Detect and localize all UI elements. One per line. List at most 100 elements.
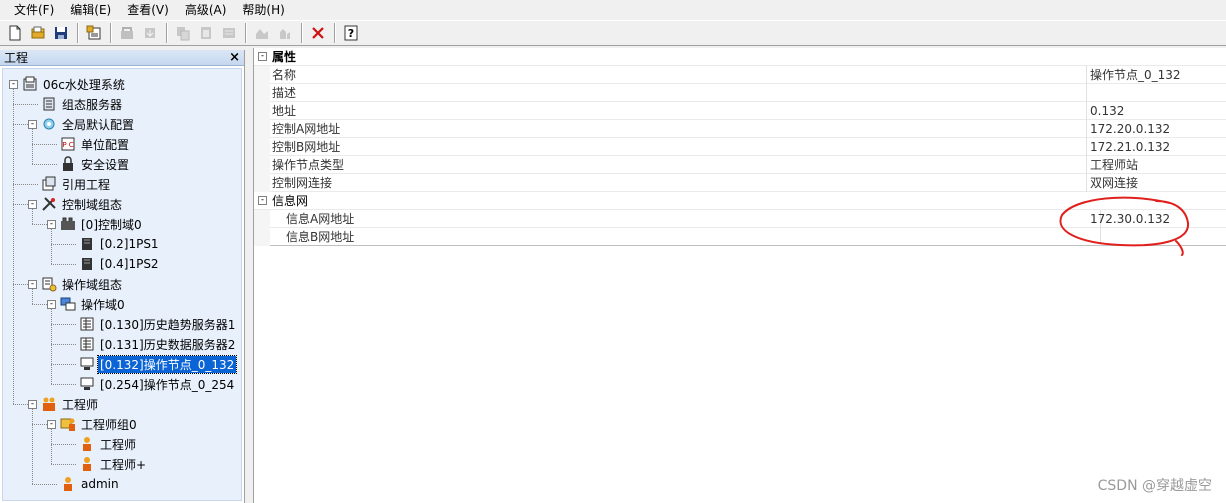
delete-icon[interactable] (307, 22, 329, 44)
watermark: CSDN @穿越虚空 (1097, 478, 1212, 494)
toolbar-separator (110, 23, 112, 43)
menu-edit[interactable]: 编辑(E) (62, 0, 119, 20)
paste-icon[interactable] (195, 22, 217, 44)
compile-icon[interactable] (274, 22, 296, 44)
collapse-toggle-icon[interactable]: - (258, 196, 267, 205)
menu-bar: 文件(F) 编辑(E) 查看(V) 高级(A) 帮助(H) (0, 0, 1226, 20)
property-row-gutter (254, 138, 270, 156)
collapse-toggle-icon[interactable]: - (28, 119, 37, 129)
menu-file[interactable]: 文件(F) (6, 0, 62, 20)
tree-item-label: 工程师 (100, 437, 137, 452)
property-value[interactable]: 0.132 (1090, 102, 1124, 120)
upload-icon[interactable] (251, 22, 273, 44)
tree-item-label: 安全设置 (81, 157, 130, 172)
tree-item[interactable]: - 工程师 (28, 395, 100, 413)
tree-item[interactable]: 工程师+ (79, 455, 148, 473)
property-row[interactable]: 信息A网地址 172.30.0.132 (254, 209, 1226, 228)
collapse-toggle-icon[interactable]: - (47, 419, 56, 429)
tree-item[interactable]: 安全设置 (60, 155, 131, 173)
tree-connector (51, 244, 76, 245)
close-icon[interactable]: × (229, 51, 240, 64)
tree-item-label: [0.4]1PS2 (100, 257, 159, 271)
build-icon[interactable] (116, 22, 138, 44)
tree-connector (51, 264, 76, 265)
property-group-header[interactable]: - 信息网 (254, 192, 1226, 210)
tree-item[interactable]: - [0]控制域0 (47, 215, 144, 233)
property-group-header[interactable]: - 属性 (254, 48, 1226, 66)
tree-item-label: [0.131]历史数据服务器2 (100, 337, 236, 352)
engineer-group-icon (60, 416, 76, 432)
collapse-toggle-icon[interactable]: - (28, 399, 37, 409)
collapse-toggle-icon[interactable]: - (258, 52, 267, 61)
tree-item[interactable]: - 06c水处理系统 (9, 75, 127, 93)
tree-item-label: 控制域组态 (62, 197, 123, 212)
menu-view[interactable]: 查看(V) (119, 0, 177, 20)
property-table: - 属性 名称 操作节点_0_132 描述 地址 0.132 控制A网地址 172.20.0.1… (254, 48, 1226, 246)
pane-splitter[interactable] (245, 50, 253, 503)
tree-item[interactable]: 引用工程 (41, 175, 112, 193)
tree-item-label: [0.130]历史趋势服务器1 (100, 317, 236, 332)
tree-item[interactable]: [0.131]历史数据服务器2 (79, 335, 237, 353)
property-name: 控制网连接 (272, 173, 1087, 192)
property-row-gutter (254, 102, 270, 120)
tree-item-label: [0.132]操作节点_0_132 (96, 354, 238, 374)
tree-item[interactable]: [0.130]历史趋势服务器1 (79, 315, 237, 333)
collapse-toggle-icon[interactable]: - (9, 79, 18, 89)
tree-item[interactable]: - 控制域组态 (28, 195, 124, 213)
property-row[interactable]: 控制B网地址 172.21.0.132 (254, 137, 1226, 156)
collapse-toggle-icon[interactable]: - (47, 219, 56, 229)
tree-item[interactable]: [0.132]操作节点_0_132 (79, 354, 238, 374)
tree-item[interactable]: - 工程师组0 (47, 415, 139, 433)
tree-item[interactable]: - 操作域组态 (28, 275, 124, 293)
project-pane-title: 工程 (4, 51, 29, 65)
controller-icon (79, 236, 95, 252)
tree-connector (51, 324, 76, 325)
property-row[interactable]: 描述 (254, 83, 1226, 102)
new-icon[interactable] (4, 22, 26, 44)
copy-icon[interactable] (172, 22, 194, 44)
duplicate-icon[interactable] (218, 22, 240, 44)
help-icon[interactable]: ? (340, 22, 362, 44)
tree-connector (13, 89, 14, 404)
tree-item[interactable]: - 操作域0 (47, 295, 127, 313)
toolbar-separator (245, 23, 247, 43)
tree-item[interactable]: P C 单位配置 (60, 135, 131, 153)
property-row-gutter (254, 174, 270, 192)
collapse-toggle-icon[interactable]: - (28, 279, 37, 289)
save-icon[interactable] (50, 22, 72, 44)
menu-help[interactable]: 帮助(H) (234, 0, 292, 20)
property-row[interactable]: 信息B网地址 (254, 227, 1226, 246)
svg-text:?: ? (348, 27, 354, 40)
properties-icon[interactable] (83, 22, 105, 44)
tree-item[interactable]: [0.2]1PS1 (79, 235, 161, 253)
tree-item-label: 工程师组0 (81, 417, 137, 432)
menu-advanced[interactable]: 高级(A) (177, 0, 235, 20)
tree-connector (32, 224, 47, 225)
open-icon[interactable] (27, 22, 49, 44)
toolbar-separator (166, 23, 168, 43)
tree-connector (13, 204, 28, 205)
property-name: 信息B网地址 (286, 227, 1101, 246)
tree-item[interactable]: 组态服务器 (41, 95, 124, 113)
property-row[interactable]: 控制A网地址 172.20.0.132 (254, 119, 1226, 138)
property-value[interactable]: 双网连接 (1090, 174, 1138, 192)
property-value[interactable]: 操作节点_0_132 (1090, 66, 1181, 84)
property-value[interactable]: 172.20.0.132 (1090, 120, 1170, 138)
property-value[interactable]: 工程师站 (1090, 156, 1138, 174)
property-value[interactable]: 172.30.0.132 (1090, 210, 1170, 228)
tree-item-label: 06c水处理系统 (43, 77, 125, 92)
tree-item[interactable]: 工程师 (79, 435, 138, 453)
property-row[interactable]: 名称 操作节点_0_132 (254, 65, 1226, 84)
property-value[interactable]: 172.21.0.132 (1090, 138, 1170, 156)
collapse-toggle-icon[interactable]: - (28, 199, 37, 209)
tree-item[interactable]: admin (60, 475, 121, 493)
property-row[interactable]: 地址 0.132 (254, 101, 1226, 120)
tree-item[interactable]: - 全局默认配置 (28, 115, 136, 133)
property-row[interactable]: 操作节点类型 工程师站 (254, 155, 1226, 174)
tree-item[interactable]: [0.254]操作节点_0_254 (79, 375, 236, 393)
property-row[interactable]: 控制网连接 双网连接 (254, 173, 1226, 192)
collapse-toggle-icon[interactable]: - (47, 299, 56, 309)
download-icon[interactable] (139, 22, 161, 44)
operation-domain-icon (60, 296, 76, 312)
tree-item[interactable]: [0.4]1PS2 (79, 255, 161, 273)
